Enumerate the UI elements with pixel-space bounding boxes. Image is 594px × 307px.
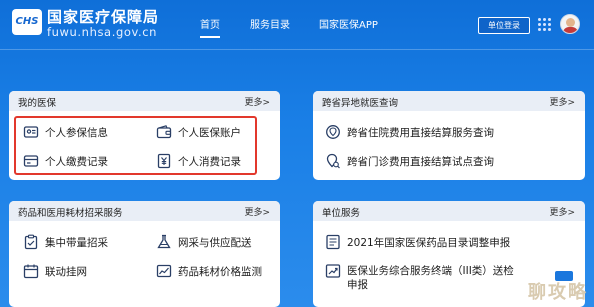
item-label: 个人缴费记录	[45, 156, 108, 168]
item-personal-enrollment[interactable]: 个人参保信息	[23, 122, 133, 142]
item-label: 个人参保信息	[45, 127, 108, 139]
nav-service-catalog[interactable]: 服务目录	[250, 16, 290, 31]
card-header: 单位服务 更多>	[313, 201, 585, 221]
item-label: 跨省住院费用直接结算服务查询	[347, 127, 494, 139]
clipboard-icon	[24, 234, 38, 250]
card-title: 药品和医用耗材招采服务	[18, 208, 123, 219]
location-search-icon	[326, 125, 340, 139]
card-title: 单位服务	[322, 208, 361, 219]
item-label: 跨省门诊费用直接结算试点查询	[347, 156, 494, 168]
card-header: 药品和医用耗材招采服务 更多>	[9, 201, 280, 221]
nav-active-indicator	[200, 36, 220, 38]
item-linked-listing[interactable]: 联动挂网	[23, 261, 133, 281]
item-outpatient-settlement-query[interactable]: 跨省门诊费用直接结算试点查询	[325, 151, 575, 171]
card-header: 跨省异地就医查询 更多>	[313, 91, 585, 111]
document-list-icon	[326, 234, 340, 250]
apps-grid-icon[interactable]	[536, 16, 552, 32]
item-label: 药品耗材价格监测	[178, 266, 262, 278]
item-online-procurement-delivery[interactable]: 网采与供应配送	[156, 232, 276, 252]
item-label: 网采与供应配送	[178, 237, 252, 249]
flask-icon	[157, 234, 171, 249]
payment-icon	[23, 155, 39, 167]
item-label: 2021年国家医保药品目录调整申报	[347, 237, 511, 249]
card-title: 跨省异地就医查询	[322, 98, 399, 109]
card-drug-procurement: 药品和医用耗材招采服务 更多> 集中带量招采 网采与供应配送 联动挂网 药品耗材…	[9, 201, 280, 307]
unit-login-button[interactable]: 单位登录	[478, 17, 530, 34]
card-header: 我的医保 更多>	[9, 91, 280, 111]
item-centralized-procurement[interactable]: 集中带量招采	[23, 232, 133, 252]
item-drug-catalog-adjustment[interactable]: 2021年国家医保药品目录调整申报	[325, 232, 575, 252]
more-link[interactable]: 更多>	[549, 95, 575, 108]
nav-home[interactable]: 首页	[200, 16, 220, 31]
nhsa-logo[interactable]: CHS	[12, 9, 42, 35]
more-link[interactable]: 更多>	[244, 205, 270, 218]
item-consumption-records[interactable]: 个人消费记录	[156, 151, 266, 171]
item-price-monitoring[interactable]: 药品耗材价格监测	[156, 261, 276, 281]
user-avatar[interactable]	[560, 14, 580, 34]
chart-monitor-icon	[156, 264, 172, 278]
chart-upload-icon	[325, 264, 341, 278]
card-cross-province: 跨省异地就医查询 更多> 跨省住院费用直接结算服务查询 跨省门诊费用直接结算试点…	[313, 91, 585, 180]
item-label: 联动挂网	[45, 266, 87, 278]
item-label: 集中带量招采	[45, 237, 108, 249]
calendar-icon	[23, 264, 39, 279]
item-label: 个人医保账户	[178, 127, 241, 139]
yen-receipt-icon	[157, 153, 171, 169]
card-title: 我的医保	[18, 98, 57, 109]
card-my-insurance: 我的医保 更多> 个人参保信息 个人医保账户 个人缴费记录 个人消费记录	[9, 91, 280, 180]
more-link[interactable]: 更多>	[244, 95, 270, 108]
wallet-icon	[156, 125, 172, 139]
item-personal-account[interactable]: 个人医保账户	[156, 122, 266, 142]
header-divider	[0, 49, 594, 50]
item-label: 医保业务综合服务终端（III类）送检申报	[347, 265, 514, 291]
site-title[interactable]: 国家医疗保障局	[47, 6, 159, 27]
top-header: CHS 国家医疗保障局 fuwu.nhsa.gov.cn 首页 服务目录 国家医…	[0, 0, 594, 50]
id-card-icon	[23, 126, 39, 138]
site-url: fuwu.nhsa.gov.cn	[47, 25, 158, 39]
watermark-text: 聊攻略	[528, 282, 588, 303]
item-inpatient-settlement-query[interactable]: 跨省住院费用直接结算服务查询	[325, 122, 575, 142]
item-label: 个人消费记录	[178, 156, 241, 168]
map-pin-search-icon	[326, 153, 340, 169]
more-link[interactable]: 更多>	[549, 205, 575, 218]
nav-app[interactable]: 国家医保APP	[319, 16, 378, 31]
item-payment-records[interactable]: 个人缴费记录	[23, 151, 133, 171]
